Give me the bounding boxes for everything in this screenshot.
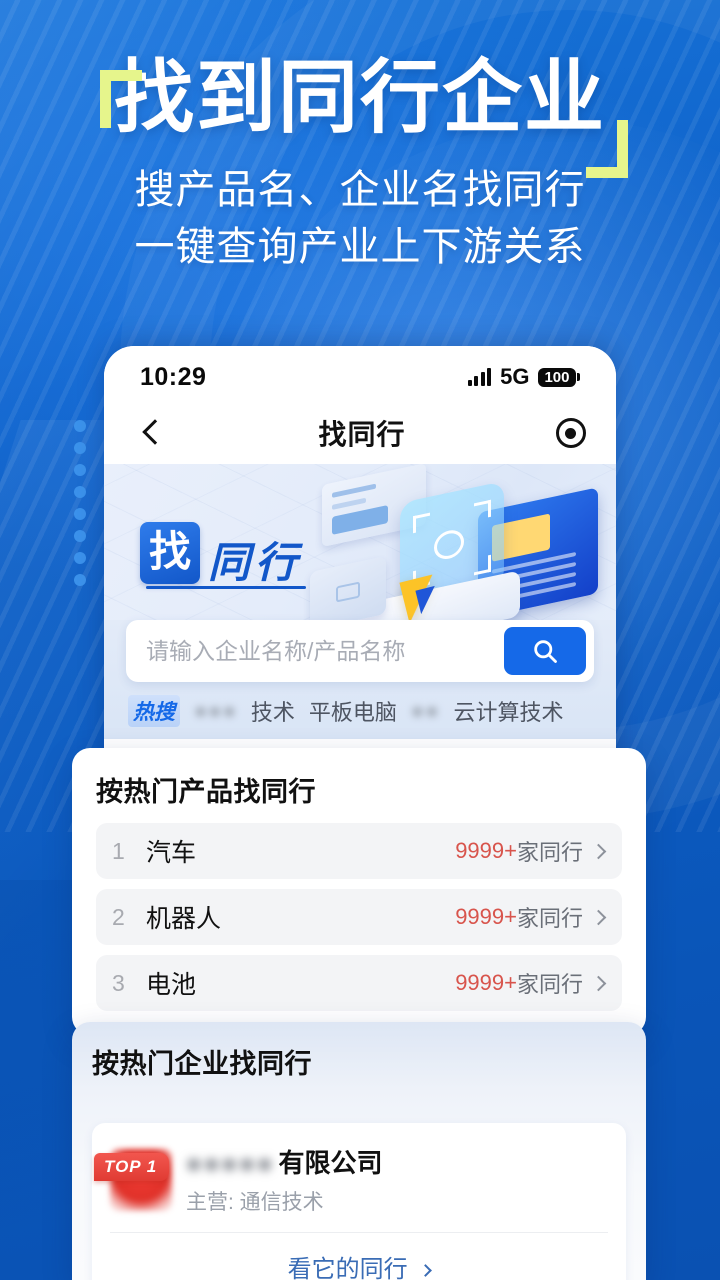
view-peers-label: 看它的同行 bbox=[287, 1256, 408, 1280]
search-icon bbox=[534, 640, 557, 663]
table-row[interactable]: 2 机器人 9999+ 家同行 bbox=[96, 889, 622, 945]
chevron-left-icon[interactable] bbox=[134, 416, 168, 450]
status-bar: 10:29 5G 100 bbox=[104, 346, 616, 402]
hot-products-card: 按热门产品找同行 1 汽车 9999+ 家同行 2 机器人 9999+ 家同行 … bbox=[72, 748, 646, 1035]
company-entry[interactable]: ●●●●● 有限公司 主营: 通信技术 看它的同行 bbox=[92, 1123, 626, 1280]
search-box[interactable] bbox=[126, 620, 594, 682]
chevron-right-icon bbox=[590, 843, 607, 859]
row-count: 9999+ bbox=[455, 970, 517, 995]
company-business: 主营: 通信技术 bbox=[186, 1191, 324, 1214]
battery-icon: 100 bbox=[538, 367, 580, 387]
row-name: 汽车 bbox=[146, 839, 197, 867]
row-unit: 家同行 bbox=[516, 840, 583, 865]
decorative-dots bbox=[74, 420, 86, 586]
company-name-suffix: 有限公司 bbox=[278, 1148, 383, 1178]
promo-subline-2: 一键查询产业上下游关系 bbox=[134, 224, 586, 269]
search-area: 热搜 ●●● 技术 平板电脑 ●● 云计算技术 bbox=[104, 620, 616, 739]
hot-search-badge: 热搜 bbox=[128, 695, 180, 727]
table-row[interactable]: 3 电池 9999+ 家同行 bbox=[96, 955, 622, 1011]
search-button[interactable] bbox=[504, 627, 586, 675]
bracket-bottom-right-icon bbox=[586, 120, 628, 178]
row-rank: 1 bbox=[112, 837, 125, 864]
hot-products-title: 按热门产品找同行 bbox=[96, 777, 316, 807]
nav-bar: 找同行 bbox=[104, 402, 616, 464]
hot-tag-2[interactable]: 技术 bbox=[251, 695, 295, 727]
banner-logo-rest: 同行 bbox=[208, 539, 303, 586]
banner-logo-box: 找 bbox=[140, 522, 201, 584]
hot-tag-masked-4[interactable]: ●● bbox=[411, 698, 440, 724]
hot-tag-masked-1[interactable]: ●●● bbox=[194, 698, 237, 724]
row-rank: 2 bbox=[112, 903, 125, 930]
hot-search-row: 热搜 ●●● 技术 平板电脑 ●● 云计算技术 bbox=[126, 695, 594, 727]
view-peers-link[interactable]: 看它的同行 bbox=[110, 1233, 608, 1280]
page-title: 找同行 bbox=[318, 419, 406, 450]
row-count: 9999+ bbox=[455, 838, 517, 863]
battery-level: 100 bbox=[538, 367, 576, 387]
promo-banner: 找 同行 bbox=[104, 464, 616, 642]
row-count: 9999+ bbox=[455, 904, 517, 929]
banner-logo-underline bbox=[146, 586, 306, 589]
record-circle-icon[interactable] bbox=[555, 418, 586, 448]
row-name: 机器人 bbox=[146, 905, 222, 933]
hot-tag-3[interactable]: 平板电脑 bbox=[309, 695, 397, 727]
signal-bars-icon bbox=[467, 368, 492, 386]
chevron-right-icon bbox=[590, 975, 607, 991]
status-badge-top1: TOP 1 bbox=[94, 1153, 170, 1181]
hot-companies-title: 按热门企业找同行 bbox=[92, 1049, 312, 1079]
status-time: 10:29 bbox=[140, 362, 207, 391]
bracket-top-left-icon bbox=[100, 70, 142, 128]
hot-companies-card: 按热门企业找同行 TOP 1 ●●●●● 有限公司 主营: 通信技术 看它的同行… bbox=[72, 1022, 646, 1280]
row-rank: 3 bbox=[112, 969, 125, 996]
hot-tag-5[interactable]: 云计算技术 bbox=[453, 695, 563, 727]
row-unit: 家同行 bbox=[516, 906, 583, 931]
row-unit: 家同行 bbox=[516, 972, 583, 997]
company-name: ●●●●● 有限公司 bbox=[186, 1143, 608, 1180]
chevron-right-icon bbox=[590, 909, 607, 925]
company-name-masked: ●●●●● bbox=[186, 1148, 275, 1178]
banner-logo: 找 同行 bbox=[140, 522, 302, 584]
table-row[interactable]: 1 汽车 9999+ 家同行 bbox=[96, 823, 622, 879]
row-name: 电池 bbox=[146, 971, 197, 999]
network-label: 5G bbox=[500, 364, 530, 389]
promo-headline-block: 找到同行企业 搜产品名、企业名找同行 一键查询产业上下游关系 bbox=[0, 58, 720, 276]
search-input[interactable] bbox=[146, 637, 504, 665]
hot-products-list: 1 汽车 9999+ 家同行 2 机器人 9999+ 家同行 3 电池 9999… bbox=[96, 823, 622, 1011]
chevron-right-icon bbox=[419, 1264, 433, 1278]
